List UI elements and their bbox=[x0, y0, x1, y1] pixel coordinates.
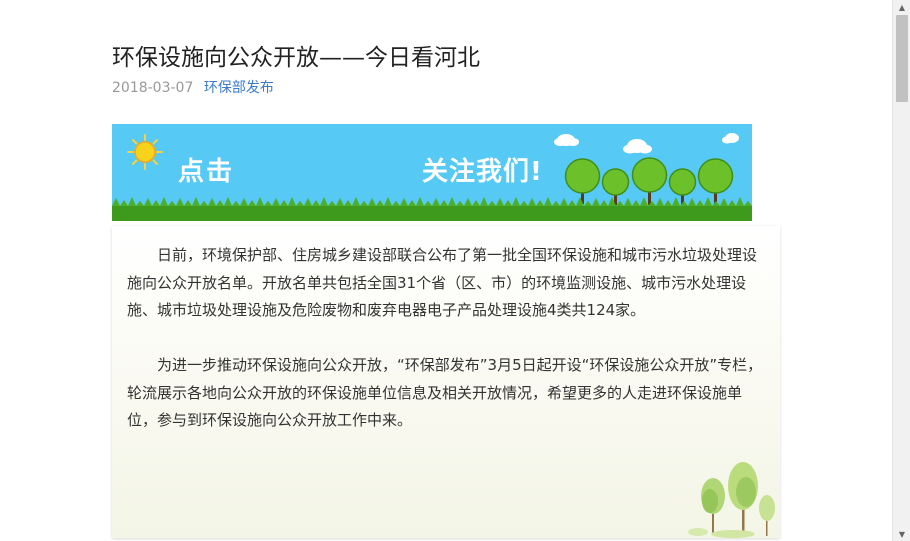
follow-us-banner[interactable]: 点击 关注我们! bbox=[112, 124, 752, 221]
scroll-down-arrow-icon[interactable]: ▼ bbox=[893, 527, 910, 541]
paragraph-2: 为进一步推动环保设施向公众开放，“环保部发布”3月5日起开设“环保设施公众开放”… bbox=[127, 356, 763, 429]
cloud-icon bbox=[554, 133, 739, 154]
scroll-up-arrow-icon[interactable]: ▲ bbox=[893, 0, 910, 14]
banner-click-text: 点击 bbox=[178, 157, 235, 187]
article-title: 环保设施向公众开放——今日看河北 bbox=[112, 45, 480, 71]
paragraph-1: 日前，环境保护部、住房城乡建设部联合公布了第一批全国环保设施和城市污水垃圾处理设… bbox=[127, 246, 758, 319]
publish-date: 2018-03-07 bbox=[112, 80, 194, 96]
tree-icon bbox=[564, 157, 734, 205]
sun-icon bbox=[127, 134, 163, 170]
scroll-thumb[interactable] bbox=[896, 15, 908, 102]
page-scrollbar[interactable]: ▲ ▼ bbox=[892, 0, 910, 541]
article-body: 日前，环境保护部、住房城乡建设部联合公布了第一批全国环保设施和城市污水垃圾处理设… bbox=[112, 226, 780, 538]
grass-strip bbox=[112, 197, 752, 221]
banner-follow-text: 关注我们! bbox=[422, 157, 543, 187]
source-link[interactable]: 环保部发布 bbox=[204, 80, 274, 96]
decorative-tree-icon bbox=[688, 462, 775, 538]
article-meta: 2018-03-07 环保部发布 bbox=[112, 77, 274, 97]
